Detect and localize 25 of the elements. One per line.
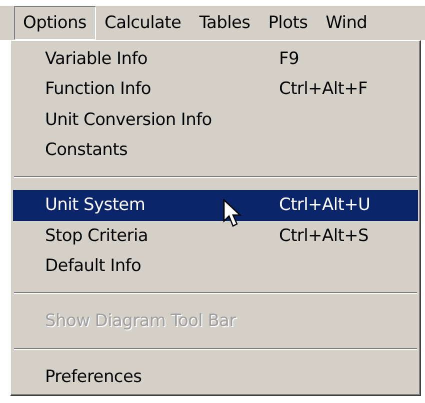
menu-item-label: Function Info bbox=[45, 79, 151, 100]
menu-item[interactable]: Unit Conversion Info bbox=[13, 104, 418, 135]
shortcut-label: Ctrl+Alt+F bbox=[279, 79, 368, 100]
menu-item[interactable]: Constants bbox=[13, 134, 418, 166]
menu-item-label: Unit System bbox=[45, 195, 146, 216]
shortcut-label: F9 bbox=[279, 49, 299, 70]
menu-item-label: Default Info bbox=[45, 256, 142, 276]
menu-bar-item[interactable]: Calculate bbox=[96, 6, 190, 40]
menu-item[interactable]: Default Info bbox=[13, 250, 418, 282]
menu-bar-item[interactable]: Wind bbox=[316, 6, 376, 40]
menu-bar-item[interactable]: Options bbox=[14, 6, 96, 40]
menu-item[interactable]: Variable Info F9 bbox=[13, 44, 418, 74]
menu-item-label: Preferences bbox=[45, 366, 142, 387]
menu-item-label: Stop Criteria bbox=[45, 226, 148, 246]
shortcut-label: Ctrl+Alt+S bbox=[279, 226, 369, 246]
menu-item[interactable]: Function Info Ctrl+Alt+F bbox=[13, 74, 418, 105]
menu-item[interactable]: Preferences bbox=[13, 362, 418, 392]
mouse-pointer-icon bbox=[223, 199, 243, 230]
menu-item-label: Variable Info bbox=[45, 49, 148, 70]
menu-item-label: Constants bbox=[45, 140, 128, 160]
shortcut-label: Ctrl+Alt+U bbox=[279, 195, 370, 216]
menu-bar-item[interactable]: Plots bbox=[259, 6, 317, 40]
menu-bar-item[interactable]: Tables bbox=[190, 6, 260, 40]
menu-item-label: Unit Conversion Info bbox=[45, 110, 212, 130]
menu-item[interactable]: Stop Criteria Ctrl+Alt+S bbox=[13, 220, 418, 251]
